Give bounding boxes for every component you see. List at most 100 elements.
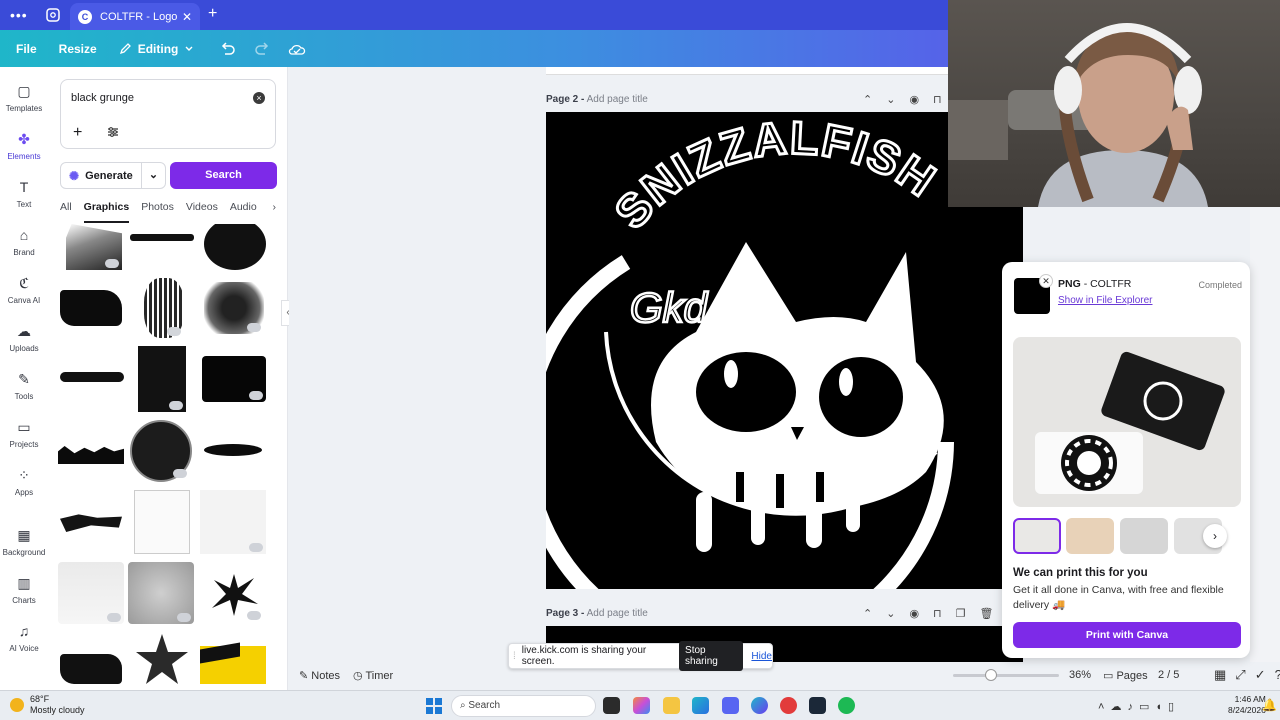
network-icon[interactable]: ▭: [1139, 701, 1155, 713]
cloud-saved-icon[interactable]: [288, 42, 306, 56]
filter-icon[interactable]: [107, 126, 119, 138]
new-tab-button[interactable]: +: [208, 5, 217, 23]
graphic-item[interactable]: [58, 562, 124, 624]
close-icon[interactable]: ✕: [1039, 274, 1053, 288]
graphic-item[interactable]: [200, 490, 266, 554]
steam-icon[interactable]: [809, 697, 826, 714]
graphic-item[interactable]: [58, 446, 124, 464]
hide-button[interactable]: Hide: [751, 651, 772, 662]
volume-icon[interactable]: ◖: [1155, 701, 1168, 713]
close-tab-icon[interactable]: ✕: [182, 10, 192, 24]
product-thumbnail[interactable]: [1120, 518, 1168, 554]
editing-mode-dropdown[interactable]: Editing: [119, 42, 195, 56]
page2-title-input[interactable]: Add page title: [587, 94, 648, 105]
rail-item-apps[interactable]: ⁘ Apps: [0, 467, 48, 497]
zoom-slider[interactable]: [953, 669, 1059, 681]
graphic-item[interactable]: [138, 346, 186, 412]
home-icon[interactable]: [44, 6, 62, 24]
page3-title-input[interactable]: Add page title: [587, 608, 648, 619]
graphic-item[interactable]: [134, 490, 190, 554]
stop-sharing-button[interactable]: Stop sharing: [679, 641, 744, 671]
tab-all[interactable]: All: [60, 201, 72, 223]
graphic-item[interactable]: [60, 654, 122, 684]
rail-item-uploads[interactable]: ☁ Uploads: [0, 323, 48, 353]
fullscreen-icon[interactable]: ⤢: [1235, 667, 1254, 682]
mic-icon[interactable]: ♪: [1127, 701, 1139, 713]
timer-button[interactable]: ◷ Timer: [353, 669, 393, 682]
rail-item-elements[interactable]: ✤ Elements: [0, 131, 48, 161]
task-view-icon[interactable]: [603, 697, 620, 714]
red-app-icon[interactable]: [780, 697, 797, 714]
chevron-up-icon[interactable]: ⌃: [863, 94, 886, 106]
rail-item-projects[interactable]: ▭ Projects: [0, 419, 48, 449]
add-icon[interactable]: +: [73, 124, 82, 142]
weather-widget[interactable]: 68°F Mostly cloudy: [10, 694, 85, 716]
chevron-down-icon[interactable]: ⌄: [886, 94, 909, 106]
tab-photos[interactable]: Photos: [141, 201, 174, 223]
chevron-right-icon[interactable]: ›: [1203, 524, 1227, 548]
graphic-item[interactable]: [204, 224, 266, 270]
rail-item-tools[interactable]: ✎ Tools: [0, 371, 48, 401]
graphic-item[interactable]: [204, 564, 264, 622]
graphic-item[interactable]: [202, 356, 266, 402]
chevron-up-icon[interactable]: ˄: [1098, 701, 1110, 713]
discord-icon[interactable]: [722, 697, 739, 714]
zoom-level[interactable]: 36%: [1069, 669, 1091, 681]
product-thumbnail[interactable]: [1013, 518, 1061, 554]
hide-page-icon[interactable]: ◉: [909, 608, 933, 620]
graphic-item[interactable]: [204, 444, 262, 456]
tab-audio[interactable]: Audio: [230, 201, 257, 223]
rail-item-text[interactable]: T Text: [0, 179, 48, 209]
rail-item-canva-ai[interactable]: ℭ Canva AI: [0, 275, 48, 305]
help-icon[interactable]: ?: [1275, 667, 1280, 682]
lock-icon[interactable]: ⊓: [933, 608, 956, 620]
rail-item-brand[interactable]: ⌂ Brand: [0, 227, 48, 257]
graphic-item[interactable]: [60, 290, 122, 326]
search-button[interactable]: Search: [170, 162, 277, 189]
graphic-item[interactable]: [130, 420, 192, 482]
graphic-item[interactable]: [200, 642, 266, 684]
tab-videos[interactable]: Videos: [186, 201, 218, 223]
chevron-right-icon[interactable]: ›: [273, 201, 277, 223]
rail-item-charts[interactable]: ▥ Charts: [0, 575, 48, 605]
spotify-icon[interactable]: [838, 697, 855, 714]
chevron-down-icon[interactable]: ⌄: [886, 608, 909, 620]
chevron-up-icon[interactable]: ⌃: [863, 608, 886, 620]
notes-button[interactable]: ✎ Notes: [299, 669, 340, 682]
search-input[interactable]: black grunge: [71, 92, 134, 104]
undo-icon[interactable]: [220, 41, 236, 56]
hide-page-icon[interactable]: ◉: [909, 94, 933, 106]
product-thumbnail[interactable]: [1066, 518, 1114, 554]
tab-graphics[interactable]: Graphics: [83, 201, 130, 223]
rail-item-background[interactable]: ▦ Background: [0, 527, 48, 557]
clear-search-icon[interactable]: ×: [253, 92, 265, 104]
duplicate-page-icon[interactable]: ❐: [956, 608, 980, 620]
zoom-slider-knob[interactable]: [985, 669, 997, 681]
edge-browser-icon[interactable]: [692, 697, 709, 714]
cloud-icon[interactable]: ☁: [1110, 701, 1127, 713]
taskbar-search[interactable]: ⌕ Search: [451, 695, 596, 717]
print-with-canva-button[interactable]: Print with Canva: [1013, 622, 1241, 648]
file-explorer-icon[interactable]: [663, 697, 680, 714]
rail-item-templates[interactable]: ▢ Templates: [0, 83, 48, 113]
canva-app-icon[interactable]: [751, 697, 768, 714]
battery-icon[interactable]: ▯: [1168, 701, 1180, 713]
graphic-item[interactable]: [134, 632, 190, 688]
windows-start-icon[interactable]: [426, 698, 442, 714]
show-in-file-explorer-link[interactable]: Show in File Explorer: [1058, 295, 1152, 306]
graphic-item[interactable]: [66, 224, 122, 270]
check-icon[interactable]: ✓: [1255, 667, 1275, 682]
browser-menu-icon[interactable]: •••: [10, 7, 28, 23]
graphic-item[interactable]: [144, 278, 184, 338]
clock[interactable]: 1:46 AM 8/24/2026: [1228, 694, 1266, 716]
notification-bell-icon[interactable]: 🔔: [1262, 698, 1277, 712]
copilot-icon[interactable]: [633, 697, 650, 714]
grid-view-icon[interactable]: ▦: [1214, 667, 1235, 682]
resize-button[interactable]: Resize: [59, 42, 97, 56]
graphic-item[interactable]: [204, 282, 264, 334]
graphic-item[interactable]: [130, 234, 194, 241]
drag-handle-icon[interactable]: ⁞: [513, 651, 516, 662]
graphic-item[interactable]: [128, 562, 194, 624]
browser-tab[interactable]: C COLTFR - Logo ✕: [70, 3, 200, 30]
page-counter[interactable]: 2 / 5: [1158, 669, 1179, 681]
